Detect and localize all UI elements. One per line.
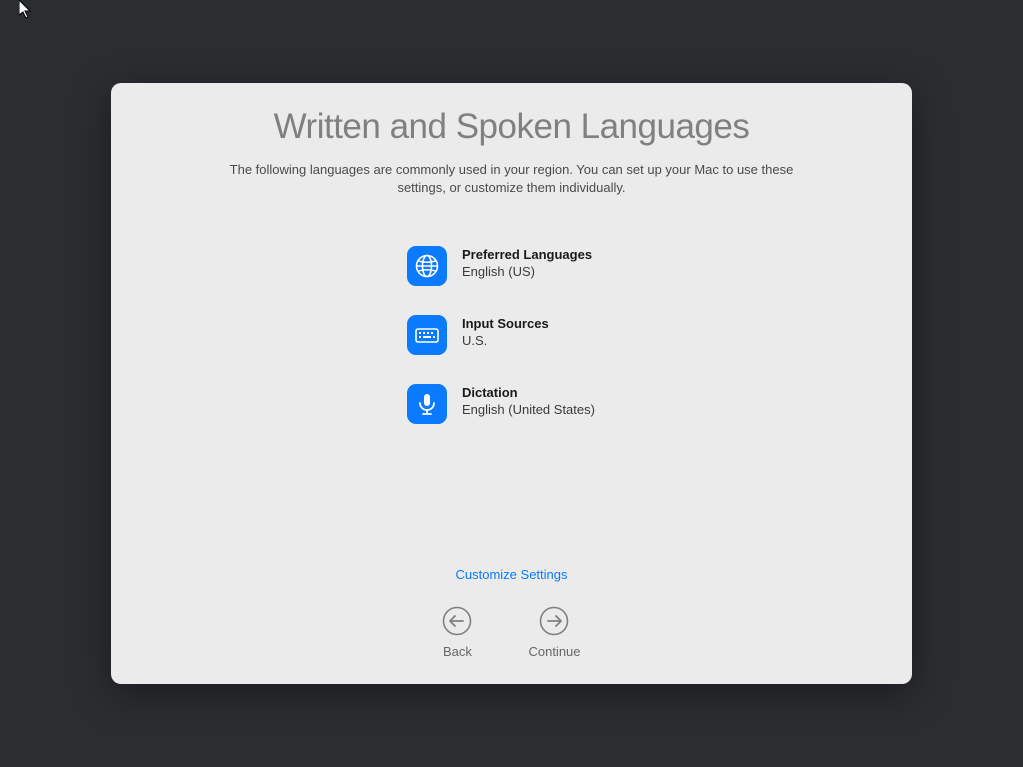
preferred-languages-label: Preferred Languages bbox=[462, 247, 592, 262]
arrow-left-icon bbox=[442, 606, 472, 636]
continue-button[interactable]: Continue bbox=[528, 606, 580, 659]
input-sources-row: Input Sources U.S. bbox=[407, 315, 912, 355]
input-sources-value: U.S. bbox=[462, 333, 549, 348]
dictation-row: Dictation English (United States) bbox=[407, 384, 912, 424]
dictation-label: Dictation bbox=[462, 385, 595, 400]
settings-list: Preferred Languages English (US) Input bbox=[111, 246, 912, 453]
input-sources-label: Input Sources bbox=[462, 316, 549, 331]
keyboard-icon bbox=[407, 315, 447, 355]
arrow-right-icon bbox=[539, 606, 569, 636]
customize-settings-link[interactable]: Customize Settings bbox=[111, 567, 912, 582]
microphone-icon bbox=[407, 384, 447, 424]
setup-panel: Written and Spoken Languages The followi… bbox=[111, 83, 912, 684]
nav-buttons: Back Continue bbox=[111, 606, 912, 659]
page-title: Written and Spoken Languages bbox=[274, 107, 750, 147]
continue-label: Continue bbox=[528, 644, 580, 659]
preferred-languages-row: Preferred Languages English (US) bbox=[407, 246, 912, 286]
page-subtitle: The following languages are commonly use… bbox=[212, 161, 812, 196]
cursor-pointer bbox=[19, 0, 35, 25]
back-label: Back bbox=[443, 644, 472, 659]
back-button[interactable]: Back bbox=[442, 606, 472, 659]
globe-icon bbox=[407, 246, 447, 286]
preferred-languages-value: English (US) bbox=[462, 264, 592, 279]
dictation-value: English (United States) bbox=[462, 402, 595, 417]
